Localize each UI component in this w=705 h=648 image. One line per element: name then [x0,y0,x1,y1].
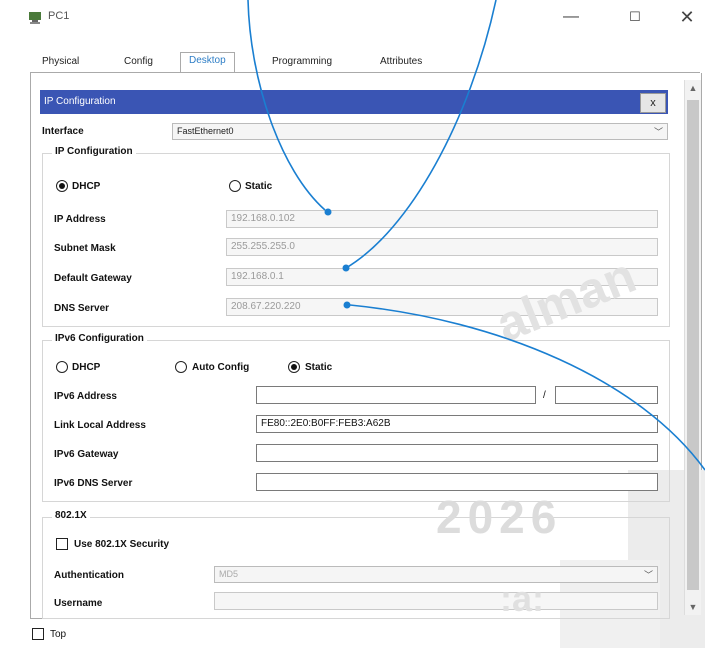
tab-desktop[interactable]: Desktop [180,52,235,73]
ipv6-address-field[interactable] [256,386,536,404]
ipv6-static-label: Static [305,362,333,373]
ipv4-static-radio[interactable] [229,180,241,192]
top-label: Top [50,629,67,640]
username-field[interactable] [214,592,658,610]
chevron-down-icon: ﹀ [653,127,663,137]
scroll-down-icon[interactable]: ▼ [685,599,701,615]
scroll-thumb[interactable] [687,100,699,590]
maximize-button[interactable]: ☐ [620,4,650,30]
tab-config[interactable]: Config [124,54,153,72]
ip-config-title: IP Configuration [44,96,116,107]
window-title: PC1 [48,10,70,22]
chevron-down-icon: ﹀ [643,570,653,580]
ipv4-dhcp-label: DHCP [72,181,101,192]
ipv6-gateway-label: IPv6 Gateway [54,449,119,460]
ipv6-dns-label: IPv6 DNS Server [54,478,133,489]
minimize-button[interactable]: — [556,4,586,30]
ipv4-group-label: IP Configuration [52,146,136,157]
ipv6-static-radio[interactable] [288,361,300,373]
window-titlebar: PC1 — ☐ ✕ [0,0,705,34]
ip-address-field[interactable]: 192.168.0.102 [226,210,658,228]
tab-physical[interactable]: Physical [42,54,79,72]
link-local-label: Link Local Address [54,420,146,431]
ipv6-group-label: IPv6 Configuration [52,333,147,344]
subnet-mask-label: Subnet Mask [54,243,116,254]
ip-address-label: IP Address [54,214,106,225]
authentication-label: Authentication [54,570,124,581]
ipv4-dhcp-radio[interactable] [56,180,68,192]
vertical-scrollbar[interactable]: ▲ ▼ [684,80,701,615]
ipv6-address-label: IPv6 Address [54,391,117,402]
interface-label: Interface [42,126,84,137]
tab-attributes[interactable]: Attributes [380,54,422,72]
dns-server-field[interactable]: 208.67.220.220 [226,298,658,316]
ipv6-auto-config-radio[interactable] [175,361,187,373]
default-gateway-label: Default Gateway [54,273,132,284]
ipv6-gateway-field[interactable] [256,444,658,462]
prefix-separator: / [543,390,546,401]
interface-value: FastEthernet0 [177,126,234,136]
use-8021x-checkbox[interactable] [56,538,68,550]
authentication-value: MD5 [219,569,239,579]
pc-app-icon [29,12,41,24]
ipv6-prefix-field[interactable] [555,386,658,404]
close-window-button[interactable]: ✕ [672,4,702,30]
ipv4-static-label: Static [245,181,273,192]
dns-server-label: DNS Server [54,303,110,314]
dot1x-group-label: 802.1X [52,510,90,521]
interface-select[interactable]: FastEthernet0 ﹀ [172,123,668,140]
top-checkbox[interactable] [32,628,44,640]
ipv6-dns-field[interactable] [256,473,658,491]
subnet-mask-field[interactable]: 255.255.255.0 [226,238,658,256]
ipv6-dhcp-label: DHCP [72,362,101,373]
ipv6-dhcp-radio[interactable] [56,361,68,373]
ip-config-close-button[interactable]: x [640,93,666,113]
scroll-up-icon[interactable]: ▲ [685,80,701,96]
ipv6-auto-config-label: Auto Config [192,362,250,373]
default-gateway-field[interactable]: 192.168.0.1 [226,268,658,286]
use-8021x-label: Use 802.1X Security [74,539,170,550]
username-label: Username [54,598,103,609]
ip-config-titlebar: IP Configuration x [40,90,668,114]
tab-programming[interactable]: Programming [272,54,332,72]
authentication-select[interactable]: MD5 ﹀ [214,566,658,583]
link-local-field[interactable]: FE80::2E0:B0FF:FEB3:A62B [256,415,658,433]
